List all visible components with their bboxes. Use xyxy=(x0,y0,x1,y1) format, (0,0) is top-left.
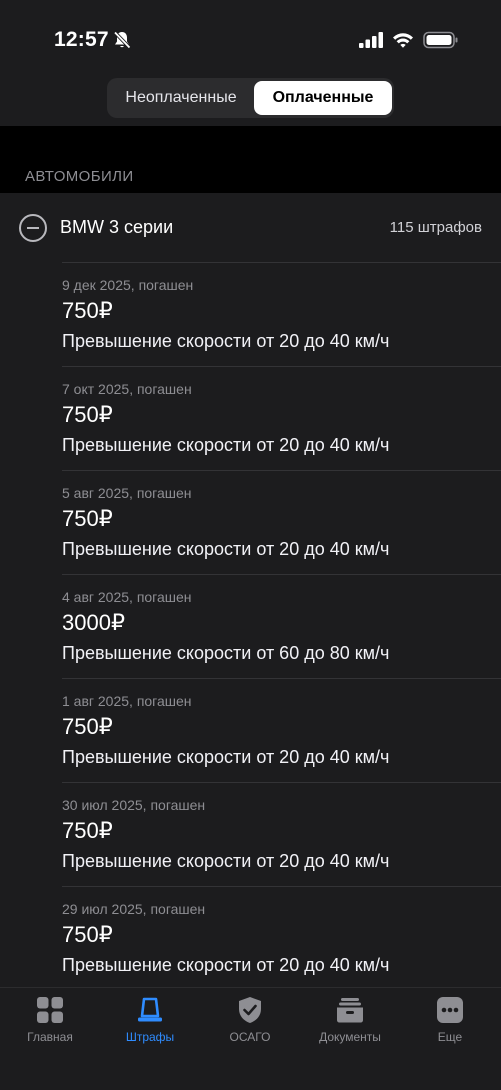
status-time: 12:57 xyxy=(54,28,109,51)
fine-amount: 750₽ xyxy=(62,298,113,323)
fine-description: Превышение скорости от 20 до 40 км/ч xyxy=(62,955,390,975)
tab-label: ОСАГО xyxy=(229,1030,271,1044)
payment-status-segmented-control: Неоплаченные Оплаченные xyxy=(107,78,394,118)
fine-description: Превышение скорости от 20 до 40 км/ч xyxy=(62,747,390,767)
tab-fines[interactable]: Штрафы xyxy=(100,994,200,1054)
tab-osago[interactable]: ОСАГО xyxy=(200,994,300,1054)
fines-count: 115 штрафов xyxy=(389,219,482,236)
documents-tray-icon xyxy=(337,998,363,1023)
shield-check-icon xyxy=(239,997,261,1023)
tab-documents[interactable]: Документы xyxy=(300,994,400,1054)
fine-item[interactable]: 1 авг 2025, погашен 750₽ Превышение скор… xyxy=(62,678,501,783)
tab-more[interactable]: Еще xyxy=(400,994,500,1054)
fine-amount: 3000₽ xyxy=(62,610,125,635)
fine-date: 9 дек 2025, погашен xyxy=(62,277,194,293)
fine-description: Превышение скорости от 60 до 80 км/ч xyxy=(62,643,390,663)
fine-amount: 750₽ xyxy=(62,922,113,947)
collapse-minus-icon[interactable] xyxy=(19,214,47,242)
tab-label: Главная xyxy=(27,1030,73,1044)
tab-label: Документы xyxy=(319,1030,381,1044)
fine-description: Превышение скорости от 20 до 40 км/ч xyxy=(62,331,390,351)
car-group-header[interactable]: BMW 3 серии 115 штрафов xyxy=(0,193,501,263)
fine-amount: 750₽ xyxy=(62,402,113,427)
fine-date: 29 июл 2025, погашен xyxy=(62,901,206,917)
fine-date: 30 июл 2025, погашен xyxy=(62,797,206,813)
section-title-cars: АВТОМОБИЛИ xyxy=(25,168,134,185)
fine-item[interactable]: 29 июл 2025, погашен 750₽ Превышение ско… xyxy=(62,886,501,987)
fine-amount: 750₽ xyxy=(62,714,113,739)
tab-label: Штрафы xyxy=(125,1030,175,1044)
bell-muted-icon xyxy=(113,31,131,49)
fine-item[interactable]: 5 авг 2025, погашен 750₽ Превышение скор… xyxy=(62,470,501,575)
fine-description: Превышение скорости от 20 до 40 км/ч xyxy=(62,539,390,559)
police-light-icon xyxy=(138,997,162,1022)
fine-date: 1 авг 2025, погашен xyxy=(62,693,192,709)
fine-description: Превышение скорости от 20 до 40 км/ч xyxy=(62,435,390,455)
bottom-tab-bar: Главная Штрафы ОСАГО Документы Еще xyxy=(0,987,501,1090)
battery-icon xyxy=(423,31,458,49)
fine-item[interactable]: 9 дек 2025, погашен 750₽ Превышение скор… xyxy=(62,262,501,367)
tab-unpaid[interactable]: Неоплаченные xyxy=(110,81,252,115)
tab-home[interactable]: Главная xyxy=(0,994,100,1054)
tab-paid[interactable]: Оплаченные xyxy=(254,81,392,115)
fine-item[interactable]: 30 июл 2025, погашен 750₽ Превышение ско… xyxy=(62,782,501,887)
fines-list[interactable]: BMW 3 серии 115 штрафов 9 дек 2025, пога… xyxy=(0,193,501,987)
fine-item[interactable]: 7 окт 2025, погашен 750₽ Превышение скор… xyxy=(62,366,501,471)
car-name: BMW 3 серии xyxy=(60,217,174,237)
fine-date: 7 окт 2025, погашен xyxy=(62,381,192,397)
tab-label: Еще xyxy=(437,1030,463,1044)
fine-description: Превышение скорости от 20 до 40 км/ч xyxy=(62,851,390,871)
cellular-signal-icon xyxy=(359,32,383,48)
grid-icon xyxy=(37,997,63,1023)
fine-date: 5 авг 2025, погашен xyxy=(62,485,192,501)
header: 12:57 Неоплаченные Оплаченные xyxy=(0,0,501,126)
fine-item[interactable]: 4 авг 2025, погашен 3000₽ Превышение ско… xyxy=(62,574,501,679)
fine-date: 4 авг 2025, погашен xyxy=(62,589,192,605)
fine-amount: 750₽ xyxy=(62,506,113,531)
more-dots-icon xyxy=(437,997,463,1023)
wifi-icon xyxy=(393,33,413,48)
fine-amount: 750₽ xyxy=(62,818,113,843)
